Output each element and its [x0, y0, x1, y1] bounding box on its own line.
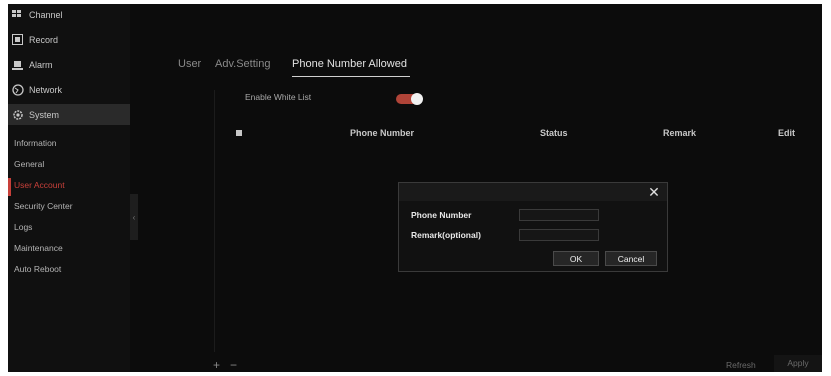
- menu-label: System: [29, 109, 60, 120]
- submenu-item-general[interactable]: General: [14, 155, 44, 173]
- submenu-item-auto-reboot[interactable]: Auto Reboot: [14, 260, 61, 278]
- remark-input[interactable]: [519, 229, 599, 241]
- close-icon[interactable]: ✕: [647, 185, 661, 199]
- alarm-icon: [11, 58, 24, 71]
- menu-label: Record: [29, 34, 59, 45]
- menu-label: Channel: [29, 9, 63, 20]
- phone-number-label: Phone Number: [411, 210, 472, 220]
- select-all-checkbox[interactable]: [236, 130, 242, 136]
- menu-item-system[interactable]: System: [8, 104, 130, 125]
- menu-label: Alarm: [29, 59, 53, 70]
- submenu-item-logs[interactable]: Logs: [14, 218, 32, 236]
- toggle-knob: [411, 93, 423, 105]
- phone-number-input[interactable]: [519, 209, 599, 221]
- sidebar: Channel Record Alarm Network System Info…: [8, 4, 130, 372]
- tab-adv-setting[interactable]: Adv.Setting: [215, 56, 270, 72]
- menu-item-alarm[interactable]: Alarm: [8, 54, 130, 75]
- apply-button[interactable]: Apply: [774, 355, 822, 372]
- active-tab-underline: [292, 76, 410, 77]
- refresh-button[interactable]: Refresh: [726, 358, 756, 372]
- white-list-toggle[interactable]: [396, 93, 423, 105]
- column-header-status: Status: [540, 128, 568, 138]
- white-list-label: Enable White List: [245, 92, 312, 102]
- submenu-item-user-account[interactable]: User Account: [14, 176, 65, 194]
- menu-item-channel[interactable]: Channel: [8, 4, 130, 25]
- column-header-remark: Remark: [663, 128, 697, 138]
- column-header-phone-number: Phone Number: [350, 128, 415, 138]
- cancel-button[interactable]: Cancel: [605, 251, 657, 266]
- network-icon: [11, 83, 24, 96]
- content-divider: [214, 90, 215, 352]
- sidebar-collapse-handle[interactable]: ‹: [130, 194, 138, 240]
- channel-icon: [11, 8, 24, 21]
- menu-item-record[interactable]: Record: [8, 29, 130, 50]
- remark-label: Remark(optional): [411, 230, 481, 240]
- menu-item-network[interactable]: Network: [8, 79, 130, 100]
- dialog-header: [399, 183, 667, 201]
- record-icon: [11, 33, 24, 46]
- active-submenu-marker: [8, 178, 11, 196]
- add-phone-dialog: ✕ Phone Number Remark(optional) OK Cance…: [398, 182, 668, 272]
- ok-button[interactable]: OK: [553, 251, 599, 266]
- app-window: Channel Record Alarm Network System Info…: [8, 4, 822, 372]
- add-icon[interactable]: +: [213, 359, 220, 371]
- submenu-item-security-center[interactable]: Security Center: [14, 197, 73, 215]
- tab-user[interactable]: User: [178, 56, 201, 72]
- column-header-edit: Edit: [778, 128, 795, 138]
- remove-icon[interactable]: −: [230, 359, 237, 371]
- menu-label: Network: [29, 84, 63, 95]
- tab-phone-number-allowed[interactable]: Phone Number Allowed: [292, 56, 407, 72]
- submenu-item-maintenance[interactable]: Maintenance: [14, 239, 63, 257]
- submenu-item-information[interactable]: Information: [14, 134, 57, 152]
- gear-icon: [11, 108, 24, 121]
